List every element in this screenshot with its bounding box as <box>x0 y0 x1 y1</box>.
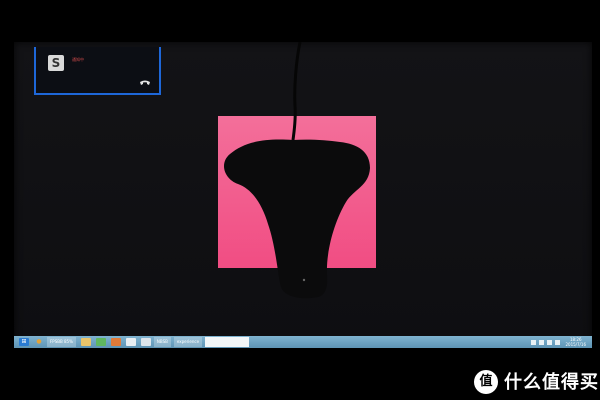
mouse-silhouette <box>224 42 370 299</box>
watermark-text: 什么值得买 <box>504 372 599 393</box>
taskbar: ⊞ ● FPSBB 85% NBSB experience 18:26 2015… <box>14 336 592 348</box>
tray-icon[interactable] <box>539 339 545 345</box>
taskbar-task-2[interactable]: NBSB <box>153 337 171 347</box>
monitor-screen: S 通知中 ⊞ ● FPSBB 85% NBSB experience 18:2… <box>14 42 592 348</box>
app-green-icon[interactable] <box>95 338 106 346</box>
watermark-logo: 值 <box>474 370 498 394</box>
volume-icon[interactable] <box>555 339 561 345</box>
taskbar-task-1[interactable]: FPSBB 85% <box>47 337 76 347</box>
app-white2-icon[interactable] <box>140 338 151 346</box>
system-tray: 18:26 2015/7/16 <box>528 336 592 348</box>
clock-date: 2015/7/16 <box>565 342 586 347</box>
windows-start-icon[interactable]: ⊞ <box>19 338 29 346</box>
app-orange-icon[interactable] <box>110 338 121 346</box>
folder-icon[interactable] <box>80 338 91 346</box>
clock[interactable]: 18:26 2015/7/16 <box>565 337 586 347</box>
taskbar-task-3[interactable]: experience <box>173 337 203 347</box>
chrome-icon[interactable]: ● <box>34 338 44 346</box>
taskbar-task-active[interactable] <box>205 337 250 347</box>
app-white-icon[interactable] <box>125 338 136 346</box>
tray-icon[interactable] <box>531 339 537 345</box>
tray-icon[interactable] <box>547 339 553 345</box>
